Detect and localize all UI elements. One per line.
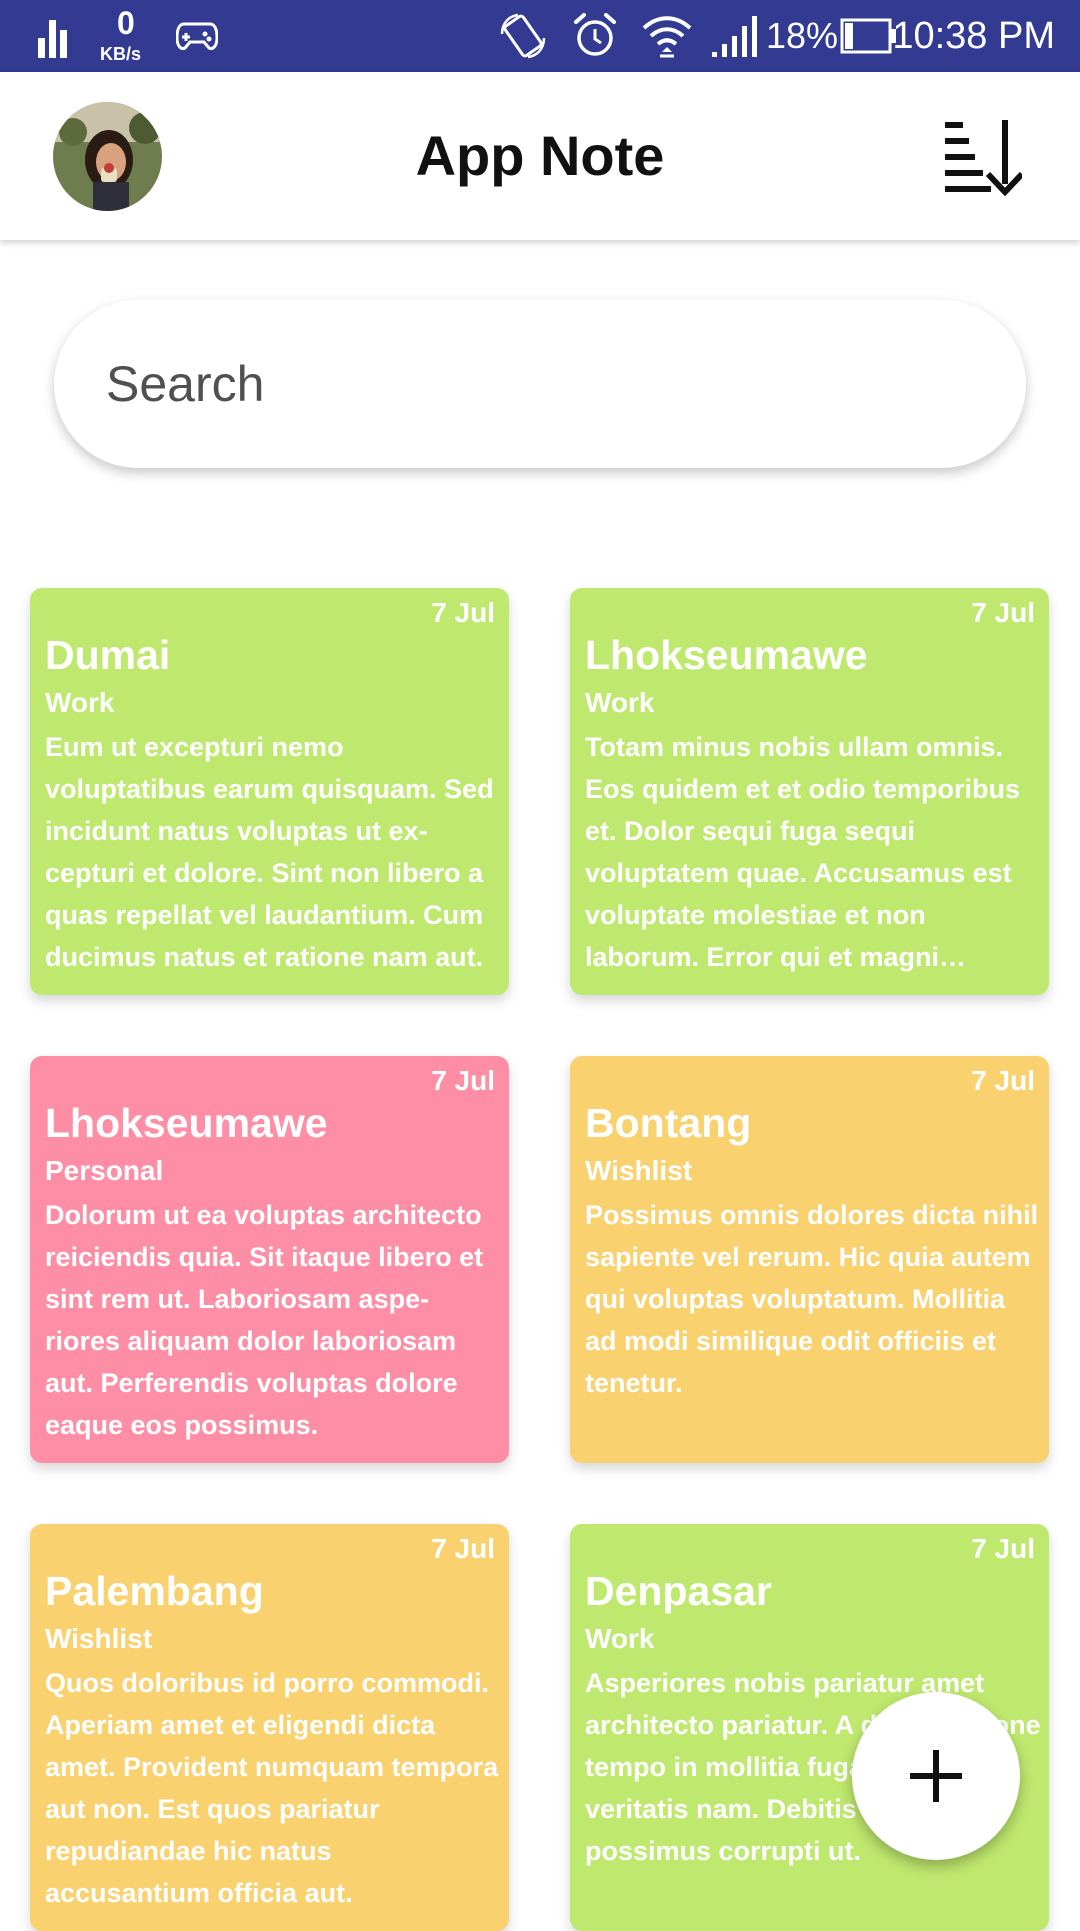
note-title: Palembang — [45, 1568, 264, 1614]
auto-rotate-icon — [500, 13, 546, 59]
note-title: Lhokseumawe — [585, 632, 868, 678]
note-category: Wishlist — [585, 1155, 693, 1186]
sort-descending-icon — [945, 120, 1025, 197]
note-title: Denpasar — [585, 1568, 772, 1614]
search-input[interactable] — [106, 300, 966, 468]
search-bar[interactable] — [54, 300, 1026, 468]
app-bar: App Note — [0, 72, 1080, 240]
note-date: 7 Jul — [431, 597, 495, 628]
data-usage-icon — [38, 20, 67, 58]
note-category: Work — [585, 1623, 655, 1654]
battery-icon — [840, 18, 896, 54]
sort-button[interactable] — [942, 116, 1025, 197]
note-date: 7 Jul — [971, 1533, 1035, 1564]
page-title: App Note — [415, 124, 665, 187]
note-category: Work — [585, 687, 655, 718]
note-date: 7 Jul — [971, 597, 1035, 628]
plus-icon — [910, 1750, 962, 1802]
alarm-icon — [574, 13, 616, 56]
note-card[interactable]: 7 Jul Dumai Work Eum ut excepturi nemo v… — [30, 588, 509, 995]
note-body: Dolorum ut ea voluptas architecto reicie… — [45, 1200, 484, 1440]
note-date: 7 Jul — [431, 1533, 495, 1564]
note-category: Personal — [45, 1155, 164, 1186]
note-title: Bontang — [585, 1100, 752, 1146]
clock: 10:38 PM — [892, 15, 1055, 57]
note-category: Wishlist — [45, 1623, 153, 1654]
status-bar: 0 KB/s 18% 10:38 PM — [0, 0, 1080, 72]
note-card[interactable]: 7 Jul Lhokseumawe Work Totam minus nobis… — [570, 588, 1049, 995]
note-body: Eum ut excepturi nemo voluptatibus earum… — [45, 732, 494, 972]
note-card[interactable]: 7 Jul Lhokseumawe Personal Dolorum ut ea… — [30, 1056, 509, 1463]
note-title: Dumai — [45, 632, 171, 678]
note-date: 7 Jul — [971, 1065, 1035, 1096]
battery-percent: 18% — [766, 15, 839, 56]
net-speed-unit: KB/s — [100, 44, 142, 64]
note-title: Lhokseumawe — [45, 1100, 328, 1146]
net-speed-value: 0 — [117, 5, 135, 41]
note-card[interactable]: 7 Jul Bontang Wishlist Possimus omnis do… — [570, 1056, 1049, 1463]
add-note-button[interactable] — [852, 1692, 1020, 1860]
note-category: Work — [45, 687, 115, 718]
game-controller-icon — [176, 22, 218, 50]
note-body: Quos doloribus id porro commodi. Aperiam… — [45, 1668, 499, 1908]
note-card[interactable]: 7 Jul Palembang Wishlist Quos doloribus … — [30, 1524, 509, 1931]
note-body: Possimus omnis dolores dicta nihil sapie… — [585, 1200, 1039, 1398]
wifi-icon — [642, 16, 692, 58]
cell-signal-icon — [712, 16, 757, 57]
note-date: 7 Jul — [431, 1065, 495, 1096]
note-body: Totam minus nobis ullam omnis. Eos quide… — [585, 732, 1021, 972]
